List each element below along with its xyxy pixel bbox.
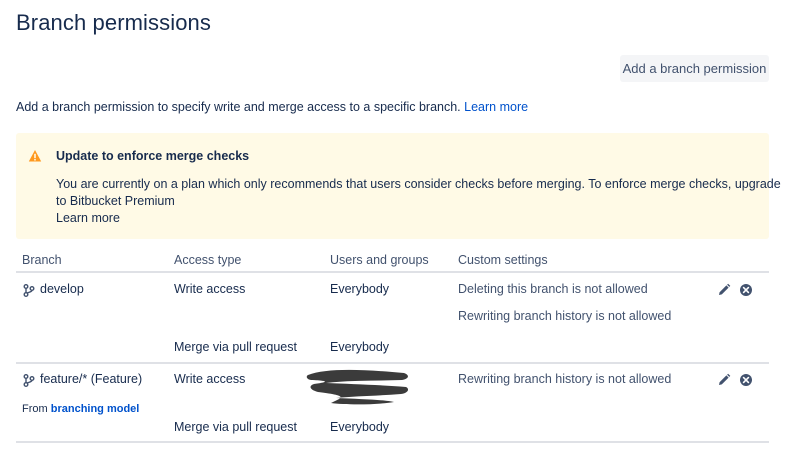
intro-description: Add a branch permission to specify write… (16, 100, 461, 114)
branch-source-note: From branching model (22, 403, 139, 415)
edit-pencil-icon[interactable] (717, 373, 731, 387)
intro-learn-more-link[interactable]: Learn more (464, 100, 528, 114)
notice-title: Update to enforce merge checks (56, 149, 250, 163)
notice-body-line-2: to Bitbucket Premium (56, 194, 175, 208)
branching-model-link[interactable]: branching model (51, 403, 140, 415)
access-type-merge: Merge via pull request (174, 340, 297, 354)
custom-setting: Rewriting branch history is not allowed (458, 372, 672, 386)
warning-icon (28, 150, 42, 162)
branch-name: develop (40, 282, 84, 296)
row-divider (16, 362, 769, 364)
users-merge: Everybody (330, 420, 390, 434)
redaction-mark (306, 369, 409, 405)
add-branch-permission-button[interactable]: Add a branch permission (620, 55, 769, 82)
notice-body-line-1: You are currently on a plan which only r… (56, 177, 781, 191)
branch-icon (23, 284, 35, 297)
from-prefix: From (22, 403, 48, 415)
access-type-merge: Merge via pull request (174, 420, 297, 434)
users-write: Everybody (330, 282, 390, 296)
column-header-custom-settings: Custom settings (458, 253, 548, 267)
access-type-write: Write access (174, 372, 246, 386)
column-header-access-type: Access type (174, 253, 242, 267)
custom-setting: Deleting this branch is not allowed (458, 282, 648, 296)
column-header-branch: Branch (22, 253, 62, 267)
custom-setting: Rewriting branch history is not allowed (458, 309, 672, 323)
page-title: Branch permissions (16, 10, 211, 35)
delete-cross-icon[interactable] (739, 283, 753, 297)
column-header-users-and-groups: Users and groups (330, 253, 429, 267)
notice-learn-more-link[interactable]: Learn more (56, 211, 120, 225)
edit-pencil-icon[interactable] (717, 283, 731, 297)
branch-icon (23, 374, 35, 387)
branch-name: feature/* (Feature) (40, 372, 143, 386)
intro-text: Add a branch permission to specify write… (16, 100, 528, 114)
users-merge: Everybody (330, 340, 390, 354)
access-type-write: Write access (174, 282, 246, 296)
header-divider (16, 271, 769, 273)
delete-cross-icon[interactable] (739, 373, 753, 387)
row-divider (16, 441, 769, 443)
